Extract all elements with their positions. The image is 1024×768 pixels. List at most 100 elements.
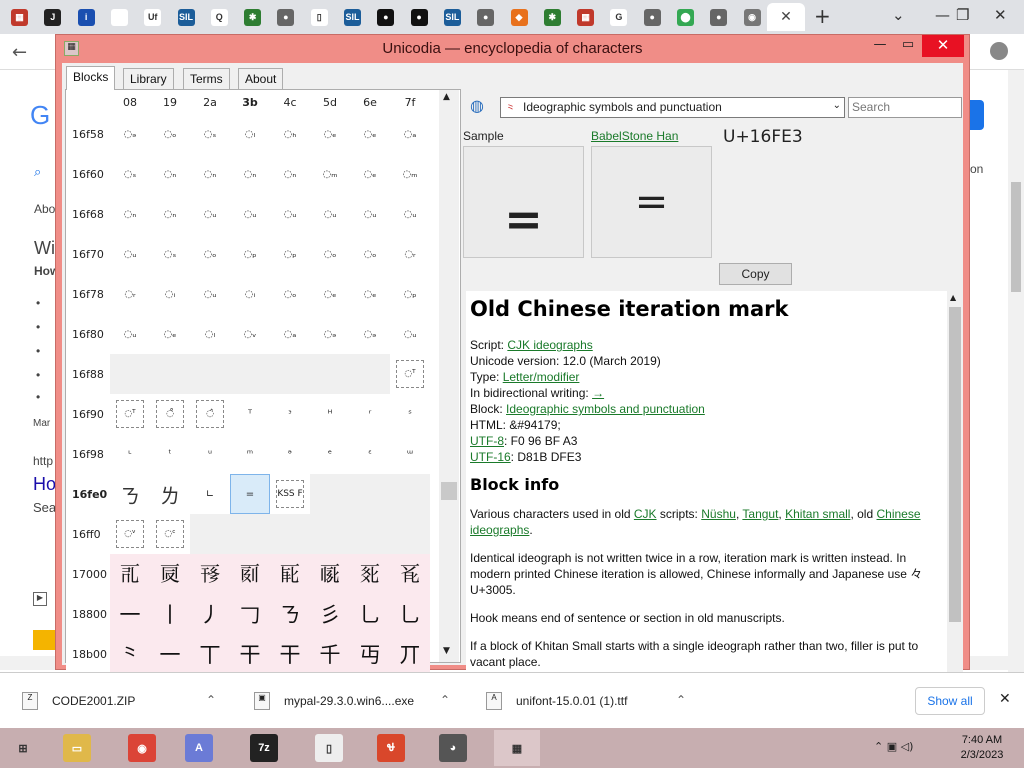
character-cell[interactable]: ◌ᵤ xyxy=(270,194,310,234)
cjk-link[interactable]: CJK xyxy=(634,507,657,521)
browser-tab[interactable]: ⬤ xyxy=(670,3,701,31)
character-cell[interactable]: ◌ₙ xyxy=(230,154,270,194)
character-cell[interactable]: ᵋ xyxy=(350,434,390,474)
info-scroll-thumb[interactable] xyxy=(949,307,961,622)
browser-tab[interactable]: ● xyxy=(370,3,401,31)
nushu-link[interactable]: Nüshu xyxy=(701,507,736,521)
restore-browser-button[interactable]: ❐ xyxy=(956,6,969,24)
browser-tab[interactable]: J xyxy=(37,3,68,31)
maximize-button[interactable]: ▭ xyxy=(892,35,924,57)
download-item[interactable]: ▣ mypal-29.3.0.win6....exe xyxy=(254,685,414,717)
character-cell[interactable]: ㄌ xyxy=(150,474,190,514)
character-cell[interactable]: ◌ᵤ xyxy=(310,194,350,234)
character-cell[interactable]: ◌ᵀ xyxy=(110,394,150,434)
character-cell[interactable]: ◌ₐ xyxy=(390,114,430,154)
script-link[interactable]: CJK ideographs xyxy=(507,338,592,352)
scroll-down-icon[interactable]: ▼ xyxy=(443,646,450,656)
scroll-up-icon[interactable]: ▲ xyxy=(443,92,450,102)
profile-avatar[interactable] xyxy=(990,42,1008,60)
show-all-button[interactable]: Show all xyxy=(915,687,985,715)
back-button[interactable]: ← xyxy=(12,42,27,63)
close-downloads-icon[interactable]: ✕ xyxy=(999,691,1011,707)
character-cell[interactable]: 𗀇 xyxy=(390,554,430,594)
character-cell[interactable]: ◌ₑ xyxy=(350,154,390,194)
character-cell[interactable]: ⺀ xyxy=(110,634,150,674)
character-cell[interactable]: 𗀃 xyxy=(230,554,270,594)
character-cell[interactable]: ◌ₒ xyxy=(310,234,350,274)
character-cell[interactable]: 丌 xyxy=(390,634,430,674)
character-cell[interactable]: ◌ᵣ xyxy=(390,234,430,274)
character-cell[interactable]: ◌ₙ xyxy=(150,194,190,234)
search-input[interactable]: Search xyxy=(848,97,962,118)
character-cell[interactable]: ◌ᵤ xyxy=(190,194,230,234)
tab-library[interactable]: Library xyxy=(123,68,174,89)
taskbar-app[interactable]: ▯ xyxy=(306,730,352,766)
character-cell[interactable]: ᵊ xyxy=(270,434,310,474)
browser-tab[interactable]: ▦ xyxy=(4,3,35,31)
character-cell[interactable]: ◌ₗ xyxy=(190,314,230,354)
taskbar-app[interactable]: ▭ xyxy=(54,730,100,766)
browser-tab[interactable]: Uf xyxy=(137,3,168,31)
scroll-up-icon[interactable]: ▲ xyxy=(950,293,956,302)
close-tab-icon[interactable]: ✕ xyxy=(780,9,792,25)
browser-tab[interactable]: SIL xyxy=(337,3,368,31)
character-cell[interactable]: ◌ᵀ xyxy=(390,354,430,394)
character-cell[interactable]: ◌ₚ xyxy=(230,234,270,274)
browser-tab[interactable]: i xyxy=(71,3,102,31)
character-cell[interactable]: ◌ₒ xyxy=(350,234,390,274)
character-cell[interactable]: ◌ᵤ xyxy=(390,194,430,234)
chevron-up-icon[interactable]: ⌃ xyxy=(676,693,686,707)
character-cell[interactable]: ◌ₒ xyxy=(190,234,230,274)
browser-tab[interactable]: ✱ xyxy=(537,3,568,31)
copy-button[interactable]: Copy xyxy=(719,263,792,285)
character-cell[interactable]: ᵘ xyxy=(190,434,230,474)
character-cell[interactable]: 𗀆 xyxy=(350,554,390,594)
character-cell[interactable]: 千 xyxy=(310,634,350,674)
character-cell[interactable]: ◌ₒ xyxy=(270,274,310,314)
tab-search-button[interactable]: ⌄ xyxy=(892,6,905,24)
character-cell[interactable]: ◌ₙ xyxy=(150,154,190,194)
character-cell[interactable]: ◌ₑ xyxy=(150,314,190,354)
character-cell[interactable]: ◌ᵢ xyxy=(230,274,270,314)
type-link[interactable]: Letter/modifier xyxy=(503,370,580,384)
tab-about[interactable]: About xyxy=(238,68,284,89)
character-cell[interactable]: 乚 xyxy=(390,594,430,634)
play-icon[interactable]: ▶ xyxy=(33,592,47,606)
character-cell[interactable]: 丏 xyxy=(350,634,390,674)
browser-tab[interactable]: SIL xyxy=(171,3,202,31)
character-cell[interactable]: ◌ₑ xyxy=(350,114,390,154)
taskbar-app[interactable]: ⊞ xyxy=(0,730,46,766)
character-cell[interactable]: ◌ₑ xyxy=(310,114,350,154)
character-cell[interactable]: ◌ₚ xyxy=(270,234,310,274)
character-cell[interactable]: 𗀄 xyxy=(270,554,310,594)
character-cell[interactable]: ∟ xyxy=(190,474,230,514)
tab-blocks[interactable]: Blocks xyxy=(66,66,116,90)
character-cell[interactable]: = xyxy=(230,474,270,514)
character-cell[interactable]: 丿 xyxy=(190,594,230,634)
character-cell[interactable]: 乚 xyxy=(350,594,390,634)
browser-tab[interactable]: Q xyxy=(204,3,235,31)
character-cell[interactable]: 𠃌 xyxy=(230,594,270,634)
download-item[interactable]: Z CODE2001.ZIP xyxy=(22,685,135,717)
character-cell[interactable]: ◌ₙ xyxy=(270,154,310,194)
browser-tab[interactable] xyxy=(104,3,135,31)
yellow-button-fragment[interactable] xyxy=(33,630,55,650)
utf8-link[interactable]: UTF-8 xyxy=(470,434,504,448)
chevron-up-icon[interactable]: ⌃ xyxy=(440,693,450,707)
character-cell[interactable]: 彡 xyxy=(310,594,350,634)
browser-tab[interactable]: ✱ xyxy=(237,3,268,31)
character-cell[interactable]: ◌ₔ xyxy=(110,114,150,154)
character-cell[interactable]: 𗀁 xyxy=(150,554,190,594)
character-cell[interactable]: ◌ₚ xyxy=(390,274,430,314)
character-cell[interactable]: ◌ₘ xyxy=(390,154,430,194)
globe-block-icon[interactable]: ◍ xyxy=(470,96,492,118)
character-cell[interactable]: ◌ₔ xyxy=(350,314,390,354)
character-cell[interactable]: ◌ᵤ xyxy=(390,314,430,354)
system-tray[interactable]: ⌃ ▣ ◁) xyxy=(874,740,913,753)
character-cell[interactable]: ◌ᵤ xyxy=(110,234,150,274)
character-cell[interactable]: 𗀅 xyxy=(310,554,350,594)
character-cell[interactable]: ◌ₛ xyxy=(150,234,190,274)
taskbar-app[interactable]: A xyxy=(176,730,222,766)
download-item[interactable]: Aunifont-15.0.01 (1).ttf xyxy=(486,685,627,717)
character-cell[interactable]: ◌ᵢ xyxy=(150,274,190,314)
